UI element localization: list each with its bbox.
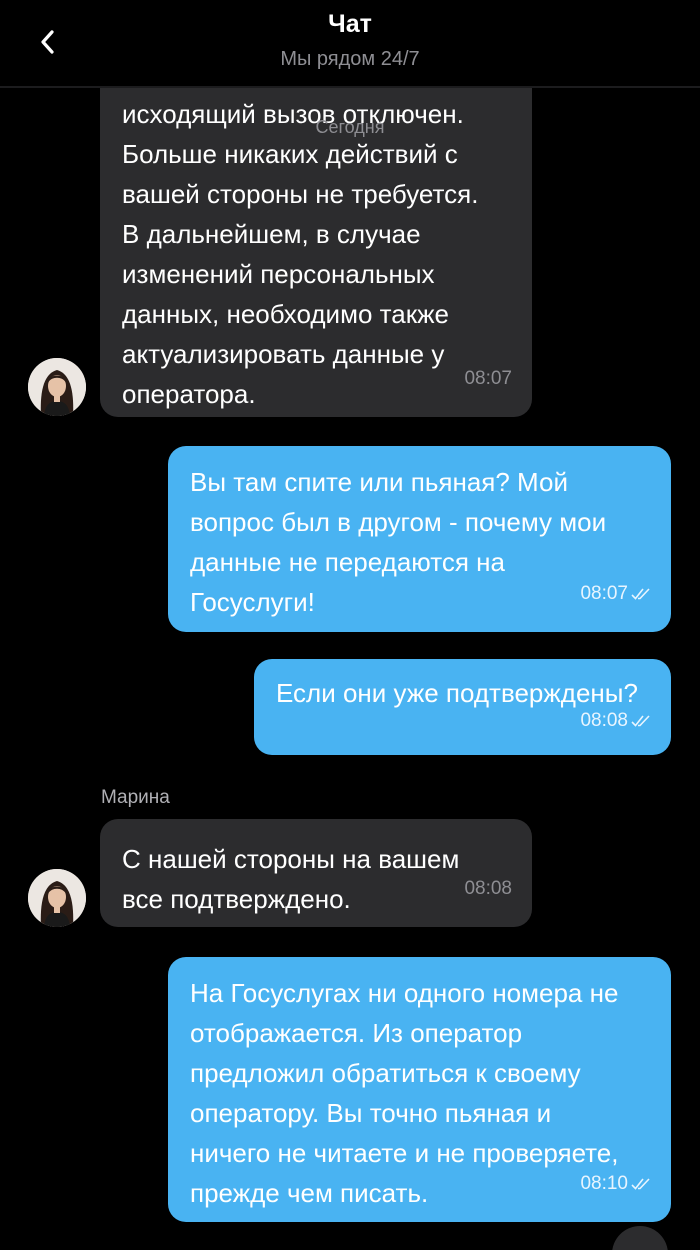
avatar-image bbox=[28, 869, 86, 927]
outgoing-message[interactable]: Если они уже подтверждены? 08:08 bbox=[254, 659, 671, 755]
date-separator: Сегодня bbox=[315, 117, 385, 137]
outgoing-message[interactable]: Вы там спите или пьяная? Мой вопрос был … bbox=[168, 446, 671, 632]
message-meta: 08:08 bbox=[464, 869, 512, 909]
message-time: 08:07 bbox=[580, 583, 628, 604]
operator-avatar[interactable] bbox=[28, 869, 86, 927]
chat-screen: исходящий вызов отключен. Больше никаких… bbox=[0, 0, 700, 1250]
scroll-down-button[interactable] bbox=[612, 1226, 668, 1250]
header-divider bbox=[0, 86, 700, 88]
page-subtitle: Мы рядом 24/7 bbox=[280, 48, 420, 70]
double-check-icon bbox=[631, 588, 650, 600]
message-meta: 08:07 bbox=[464, 359, 512, 399]
message-text: исходящий вызов отключен. Больше никаких… bbox=[122, 99, 479, 409]
operator-avatar[interactable] bbox=[28, 358, 86, 416]
outgoing-message[interactable]: На Госуслугах ни одного номера не отобра… bbox=[168, 957, 671, 1222]
sender-name: Марина bbox=[101, 787, 170, 808]
double-check-icon bbox=[631, 1178, 650, 1190]
message-time: 08:08 bbox=[464, 878, 512, 899]
avatar-image bbox=[28, 358, 86, 416]
double-check-icon bbox=[631, 715, 650, 727]
message-meta: 08:08 bbox=[580, 701, 651, 741]
incoming-message[interactable]: исходящий вызов отключен. Больше никаких… bbox=[100, 40, 532, 417]
message-meta: 08:10 bbox=[580, 1164, 651, 1204]
chat-header: Чат Мы рядом 24/7 bbox=[0, 0, 700, 86]
message-time: 08:07 bbox=[464, 368, 512, 389]
message-text: С нашей стороны на вашем все подтвержден… bbox=[122, 844, 460, 914]
message-time: 08:08 bbox=[580, 710, 628, 731]
message-meta: 08:07 bbox=[580, 574, 651, 614]
incoming-message[interactable]: С нашей стороны на вашем все подтвержден… bbox=[100, 819, 532, 927]
page-title: Чат bbox=[328, 10, 372, 38]
message-time: 08:10 bbox=[580, 1173, 628, 1194]
